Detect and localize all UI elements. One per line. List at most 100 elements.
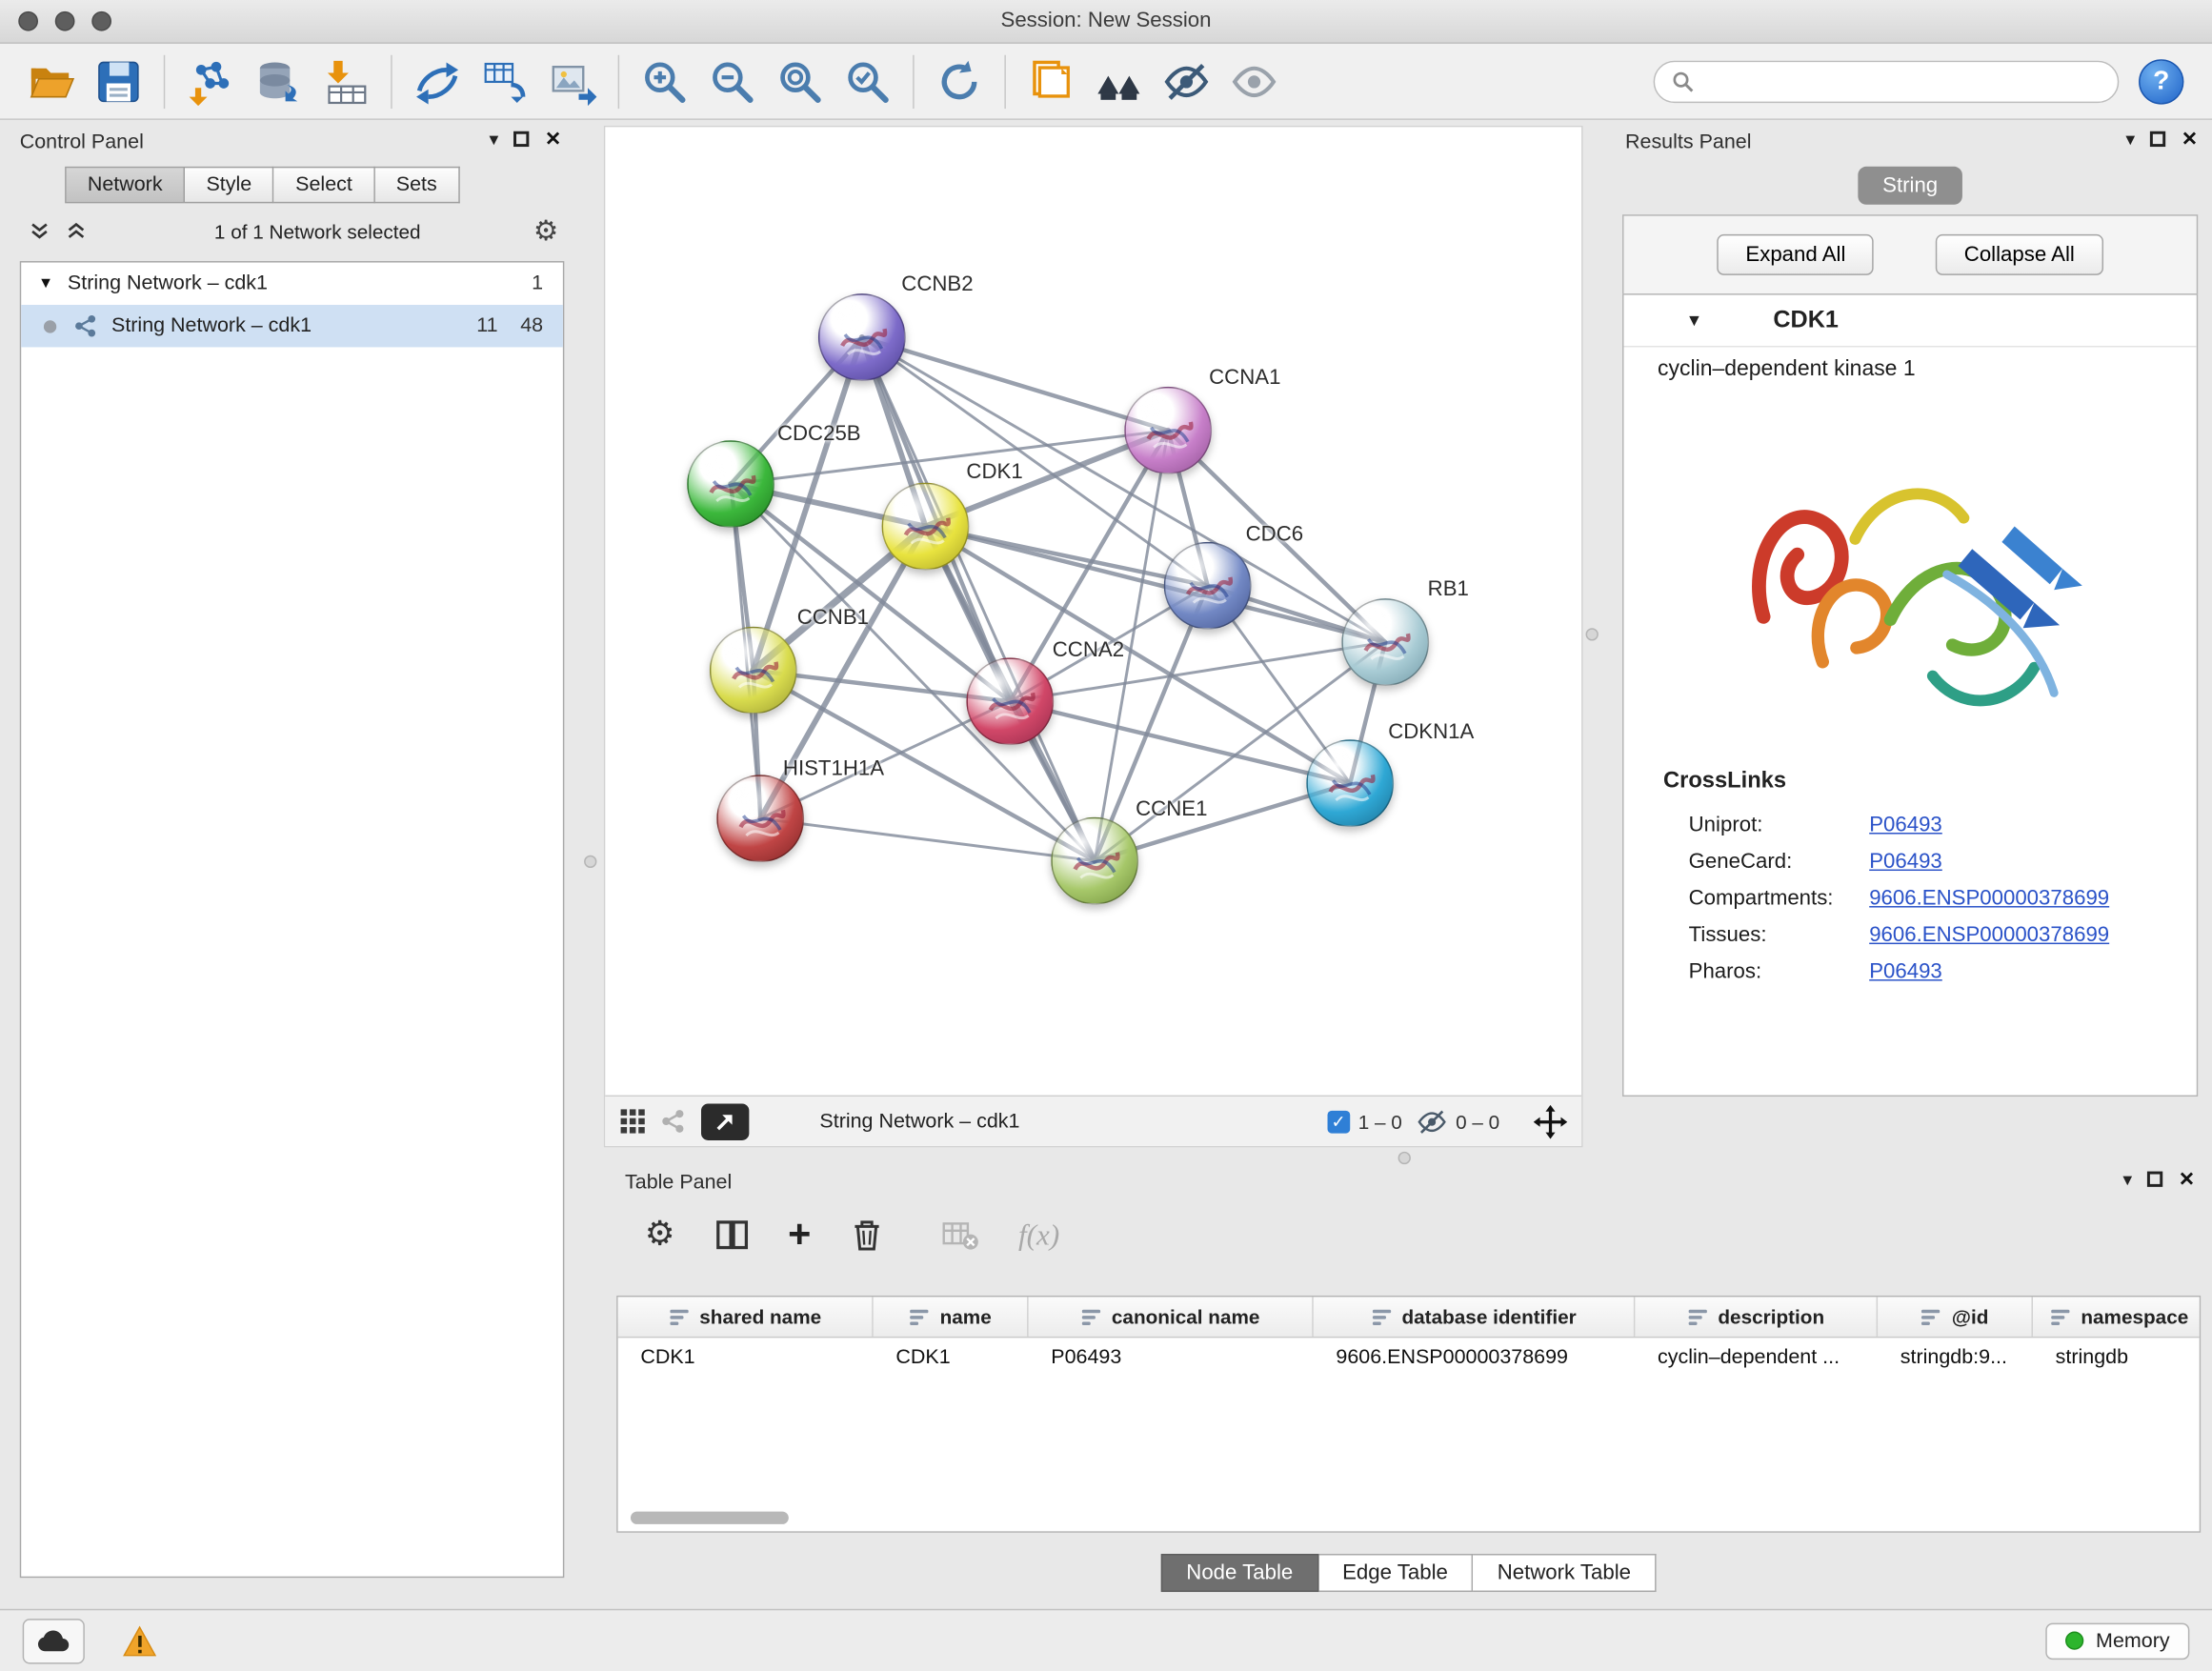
open-session-button[interactable] bbox=[17, 49, 85, 113]
tab-network[interactable]: Network bbox=[65, 167, 185, 204]
network-edge[interactable] bbox=[862, 337, 1095, 861]
search-input[interactable] bbox=[1704, 69, 2101, 94]
network-node-cdc6[interactable] bbox=[1164, 542, 1252, 630]
network-edge[interactable] bbox=[862, 337, 1168, 431]
zoom-selected-button[interactable] bbox=[834, 49, 901, 113]
clone-network-button[interactable] bbox=[404, 49, 472, 113]
import-network-from-file-button[interactable] bbox=[176, 49, 244, 113]
network-list-item[interactable]: String Network – cdk1 11 48 bbox=[21, 305, 563, 347]
show-columns-icon[interactable] bbox=[714, 1218, 749, 1252]
network-node-rb1[interactable] bbox=[1341, 598, 1429, 686]
column-header-canonical-name[interactable]: canonical name bbox=[1029, 1297, 1314, 1336]
network-canvas[interactable]: CCNB2CCNA1CDC25BCDK1CDC6RB1CCNB1CCNA2CDK… bbox=[605, 127, 1581, 1095]
column-header-shared-name[interactable]: shared name bbox=[618, 1297, 874, 1336]
crosslink-link[interactable]: P06493 bbox=[1869, 849, 1942, 873]
splitter-handle[interactable] bbox=[584, 856, 596, 868]
float-panel-icon[interactable]: ▾ bbox=[2122, 1169, 2132, 1187]
table-cell[interactable]: 9606.ENSP00000378699 bbox=[1314, 1346, 1636, 1369]
network-node-cdkn1a[interactable] bbox=[1306, 739, 1394, 827]
crosslink-link[interactable]: 9606.ENSP00000378699 bbox=[1869, 922, 2109, 946]
column-header-description[interactable]: description bbox=[1635, 1297, 1878, 1336]
network-share-icon[interactable] bbox=[660, 1108, 687, 1135]
tab-edge-table[interactable]: Edge Table bbox=[1318, 1554, 1474, 1592]
network-node-ccne1[interactable] bbox=[1051, 817, 1138, 905]
table-cell[interactable]: stringdb bbox=[2033, 1346, 2201, 1369]
expand-all-chevron-icon[interactable] bbox=[29, 220, 51, 243]
collapse-all-button[interactable]: Collapse All bbox=[1936, 234, 2102, 275]
close-window-button[interactable] bbox=[18, 11, 38, 31]
column-header-name[interactable]: name bbox=[874, 1297, 1029, 1336]
selected-checkbox-icon[interactable]: ✓ bbox=[1327, 1110, 1350, 1133]
save-session-button[interactable] bbox=[85, 49, 152, 113]
import-network-from-database-button[interactable] bbox=[244, 49, 312, 113]
table-cell[interactable]: stringdb:9... bbox=[1878, 1346, 2033, 1369]
network-node-ccna1[interactable] bbox=[1124, 387, 1212, 474]
table-row[interactable]: CDK1CDK1P064939606.ENSP00000378699cyclin… bbox=[618, 1338, 2200, 1376]
fit-content-button[interactable] bbox=[766, 49, 834, 113]
import-table-from-file-button[interactable] bbox=[312, 49, 379, 113]
maximize-panel-icon[interactable] bbox=[2147, 1171, 2162, 1186]
string-tab[interactable]: String bbox=[1859, 167, 1961, 205]
network-node-hist1h1a[interactable] bbox=[716, 775, 804, 862]
document-copy-button[interactable] bbox=[1017, 49, 1085, 113]
close-panel-icon[interactable]: ✕ bbox=[2182, 129, 2198, 149]
close-panel-icon[interactable]: ✕ bbox=[2179, 1169, 2195, 1189]
horizontal-scrollbar[interactable] bbox=[631, 1512, 789, 1524]
maximize-panel-icon[interactable] bbox=[513, 131, 529, 146]
table-options-gear-icon[interactable]: ⚙ bbox=[645, 1218, 675, 1252]
splitter-handle[interactable] bbox=[1398, 1152, 1411, 1164]
birds-eye-grid-icon[interactable] bbox=[619, 1108, 646, 1135]
hide-selected-button[interactable] bbox=[1153, 49, 1220, 113]
tab-node-table[interactable]: Node Table bbox=[1161, 1554, 1318, 1592]
table-cell[interactable]: CDK1 bbox=[618, 1346, 874, 1369]
table-cell[interactable]: P06493 bbox=[1029, 1346, 1314, 1369]
protein-section-header[interactable]: ▼ CDK1 bbox=[1624, 295, 2197, 348]
network-edge[interactable] bbox=[925, 527, 1385, 642]
first-neighbors-button[interactable] bbox=[1085, 49, 1153, 113]
table-cell[interactable]: cyclin–dependent ... bbox=[1635, 1346, 1878, 1369]
column-header-database-identifier[interactable]: database identifier bbox=[1314, 1297, 1636, 1336]
network-node-cdc25b[interactable] bbox=[687, 440, 774, 528]
zoom-out-button[interactable] bbox=[698, 49, 766, 113]
close-panel-icon[interactable]: ✕ bbox=[545, 129, 561, 149]
search-box[interactable] bbox=[1654, 60, 2120, 102]
delete-column-trash-icon[interactable] bbox=[851, 1218, 883, 1252]
network-options-gear-icon[interactable]: ⚙ bbox=[533, 217, 559, 246]
maximize-panel-icon[interactable] bbox=[2150, 131, 2165, 146]
crosslink-link[interactable]: P06493 bbox=[1869, 959, 1942, 983]
tab-select[interactable]: Select bbox=[274, 167, 375, 204]
crosslink-link[interactable]: P06493 bbox=[1869, 813, 1942, 836]
zoom-window-button[interactable] bbox=[91, 11, 111, 31]
collapse-all-chevron-icon[interactable] bbox=[65, 220, 88, 243]
table-cell[interactable]: CDK1 bbox=[874, 1346, 1029, 1369]
network-node-cdk1[interactable] bbox=[882, 483, 970, 571]
zoom-in-button[interactable] bbox=[631, 49, 698, 113]
expand-all-button[interactable]: Expand All bbox=[1718, 234, 1874, 275]
network-edge[interactable] bbox=[760, 818, 1095, 860]
warnings-button[interactable] bbox=[111, 1620, 170, 1661]
column-header--id[interactable]: @id bbox=[1878, 1297, 2033, 1336]
column-header-namespace[interactable]: namespace bbox=[2033, 1297, 2201, 1336]
show-all-button[interactable] bbox=[1220, 49, 1288, 113]
collapse-caret-icon[interactable]: ▼ bbox=[38, 275, 53, 292]
tab-style[interactable]: Style bbox=[185, 167, 274, 204]
export-image-button[interactable] bbox=[539, 49, 607, 113]
float-panel-icon[interactable]: ▾ bbox=[489, 130, 498, 148]
tab-sets[interactable]: Sets bbox=[375, 167, 460, 204]
crosslink-link[interactable]: 9606.ENSP00000378699 bbox=[1869, 886, 2109, 910]
network-node-ccnb1[interactable] bbox=[710, 627, 797, 715]
float-panel-icon[interactable]: ▾ bbox=[2125, 130, 2135, 148]
add-column-icon[interactable]: + bbox=[788, 1215, 811, 1254]
section-caret-icon[interactable]: ▼ bbox=[1686, 311, 1703, 331]
splitter-handle[interactable] bbox=[1586, 628, 1599, 640]
minimize-window-button[interactable] bbox=[55, 11, 75, 31]
apply-layout-button[interactable] bbox=[925, 49, 993, 113]
detach-view-button[interactable] bbox=[701, 1103, 749, 1140]
network-collection-row[interactable]: ▼ String Network – cdk1 1 bbox=[21, 263, 563, 305]
tab-network-table[interactable]: Network Table bbox=[1474, 1554, 1657, 1592]
pan-move-icon[interactable] bbox=[1534, 1104, 1568, 1138]
network-node-ccnb2[interactable] bbox=[818, 293, 906, 381]
cloud-status-button[interactable] bbox=[23, 1618, 85, 1662]
memory-button[interactable]: Memory bbox=[2045, 1622, 2190, 1660]
network-from-table-button[interactable] bbox=[472, 49, 539, 113]
